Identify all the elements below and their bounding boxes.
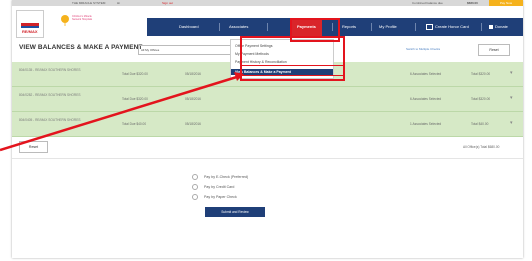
- nav-separator: [415, 23, 416, 31]
- nav-reports[interactable]: Reports: [342, 18, 356, 36]
- all-offices-total: All Office(s) Total $680.00: [463, 145, 500, 149]
- nav-create-honor-card[interactable]: Create Honor Card: [426, 18, 469, 36]
- nav-my-profile[interactable]: My Profile: [379, 18, 397, 36]
- nav-associates[interactable]: Associates: [229, 18, 248, 36]
- highlight-box-view-balances: [240, 65, 345, 76]
- reset-button-top[interactable]: Reset: [478, 44, 510, 56]
- pay-credit-option[interactable]: Pay by Credit Card: [192, 184, 234, 190]
- chevron-down-icon[interactable]: ▾: [510, 95, 513, 101]
- nav-create-honor-card-label: Create Honor Card: [435, 24, 469, 29]
- reset-button-bottom[interactable]: Reset: [19, 141, 48, 153]
- associates-selected: 6 Associates Selected: [410, 97, 442, 101]
- pay-echeck-label: Pay by E-Check (Preferred): [204, 174, 249, 179]
- account-row[interactable]: 804/0282 - RE/MAX SOUTHERN SHORES Total …: [12, 87, 523, 112]
- chevron-down-icon[interactable]: ▾: [510, 70, 513, 76]
- page-title: VIEW BALANCES & MAKE A PAYMENT: [19, 44, 143, 51]
- nav-separator: [481, 23, 482, 31]
- pay-credit-label: Pay by Credit Card: [204, 184, 235, 189]
- nav-separator: [371, 23, 372, 31]
- account-date: 05/18/2016: [185, 72, 201, 76]
- account-name: 804/0282 - RE/MAX SOUTHERN SHORES: [19, 93, 81, 97]
- account-total: Total $320.00: [471, 97, 491, 101]
- section-divider: [12, 158, 523, 159]
- site-header: RE/MAX Children's Miracle Network Hospit…: [12, 6, 523, 40]
- associates-selected: 6 Associates Selected: [410, 72, 442, 76]
- radio-icon[interactable]: [192, 194, 198, 200]
- nav-separator: [219, 23, 220, 31]
- nav-donate[interactable]: Donate: [489, 18, 508, 36]
- account-name: 804/0135 - RE/MAX SOUTHERN SHORES: [19, 68, 81, 72]
- account-total: Total $320.00: [471, 72, 491, 76]
- chevron-down-icon[interactable]: ▾: [510, 120, 513, 126]
- card-icon: [426, 23, 433, 30]
- pay-paper-option[interactable]: Pay by Paper Check: [192, 194, 237, 200]
- nav-dashboard[interactable]: Dashboard: [179, 18, 199, 36]
- cmn-logo-text: Children's Miracle Network Hospitals: [72, 15, 93, 21]
- submit-review-button[interactable]: Submit and Review: [205, 207, 265, 217]
- browser-window: THE MIRACLE SYSTEM Hi Sign out Combined …: [12, 0, 523, 258]
- account-date: 05/18/2016: [185, 97, 201, 101]
- account-total-due: Total Due $320.00: [122, 72, 148, 76]
- associates-selected: 1 Associates Selected: [410, 122, 442, 126]
- nav-donate-label: Donate: [495, 24, 508, 29]
- radio-icon[interactable]: [192, 174, 198, 180]
- account-date: 05/18/2016: [185, 122, 201, 126]
- donate-icon: [489, 24, 493, 29]
- account-row[interactable]: 804/0405 - RE/MAX SOUTHERN SHORES Total …: [12, 112, 523, 137]
- pay-echeck-option[interactable]: Pay by E-Check (Preferred): [192, 174, 248, 180]
- account-total-due: Total Due $320.00: [122, 97, 148, 101]
- cmn-balloon-icon: [61, 15, 69, 26]
- pay-paper-label: Pay by Paper Check: [204, 194, 237, 199]
- radio-icon[interactable]: [192, 184, 198, 190]
- remax-logo-box[interactable]: RE/MAX: [16, 10, 44, 38]
- nav-separator: [267, 23, 268, 31]
- account-total: Total $40.00: [471, 122, 489, 126]
- switch-multiple-checks-link[interactable]: Switch to Multiple Checks: [406, 47, 440, 51]
- account-name: 804/0405 - RE/MAX SOUTHERN SHORES: [19, 118, 81, 122]
- remax-logo-text: RE/MAX: [22, 29, 38, 34]
- account-total-due: Total Due $40.00: [122, 122, 147, 126]
